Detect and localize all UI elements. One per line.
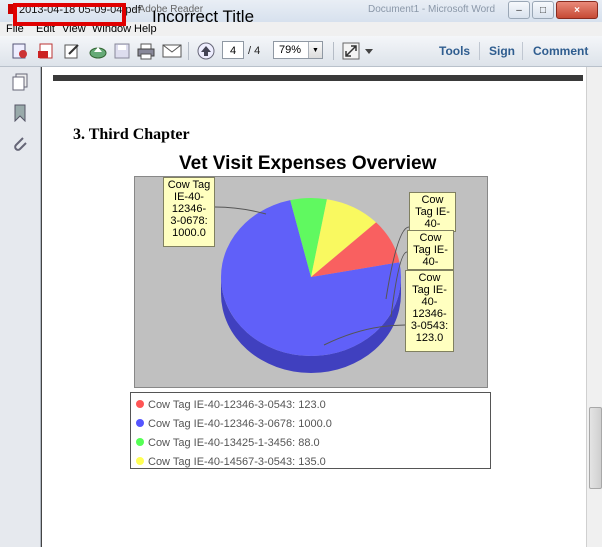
pie-label-0543: Cow Tag IE-40-12346-3-0543: 123.0: [405, 270, 454, 352]
annotation-text: Incorrect Title: [152, 7, 255, 26]
previous-page-icon[interactable]: [196, 41, 216, 61]
legend-label: Cow Tag IE-40-12346-3-0543: 123.0: [148, 399, 326, 411]
edit-icon[interactable]: [62, 41, 82, 61]
chevron-down-icon[interactable]: ▼: [308, 42, 322, 58]
legend-swatch-green: [136, 438, 144, 446]
scrollbar-thumb[interactable]: [589, 407, 602, 489]
legend-swatch-blue: [136, 419, 144, 427]
pie-label-middle: Cow Tag IE-40-: [407, 230, 454, 270]
create-pdf-icon[interactable]: [10, 41, 30, 61]
legend-item-0678: Cow Tag IE-40-12346-3-0678: 1000.0: [136, 418, 332, 430]
zoom-value: 79%: [279, 44, 302, 56]
minimize-button[interactable]: –: [508, 1, 530, 19]
page-number-input[interactable]: 4: [222, 41, 244, 59]
sign-button[interactable]: Sign: [489, 44, 515, 58]
zoom-select[interactable]: 79% ▼: [273, 41, 323, 59]
bookmarks-panel-icon[interactable]: [11, 104, 29, 123]
fit-page-icon[interactable]: [341, 41, 361, 61]
legend-label: Cow Tag IE-40-13425-1-3456: 88.0: [148, 437, 320, 449]
legend-swatch-red: [136, 400, 144, 408]
toolbar: 4 / 4 79% ▼ Tools Sign Comment: [0, 36, 602, 67]
page-total: / 4: [248, 45, 261, 57]
legend-swatch-yellow: [136, 457, 144, 465]
attachments-panel-icon[interactable]: [11, 135, 29, 153]
document-view: 3. Third Chapter Vet Visit Expenses Over…: [41, 67, 586, 547]
email-icon[interactable]: [162, 41, 182, 61]
legend-item-14567: Cow Tag IE-40-14567-3-0543: 135.0: [136, 456, 326, 468]
navigation-sidebar: [0, 67, 41, 547]
legend-label: Cow Tag IE-40-14567-3-0543: 135.0: [148, 456, 326, 468]
vertical-scrollbar[interactable]: [586, 67, 602, 547]
maximize-button[interactable]: □: [532, 1, 554, 19]
save-icon[interactable]: [112, 41, 132, 61]
tools-button[interactable]: Tools: [439, 44, 470, 58]
toolbar-options-icon[interactable]: [363, 41, 375, 61]
comment-button[interactable]: Comment: [533, 44, 588, 58]
cloud-upload-icon[interactable]: [88, 41, 108, 61]
print-icon[interactable]: [136, 41, 156, 61]
legend-item-0543: Cow Tag IE-40-12346-3-0543: 123.0: [136, 399, 326, 411]
close-button[interactable]: ×: [556, 1, 598, 19]
chart-legend: Cow Tag IE-40-12346-3-0543: 123.0 Cow Ta…: [130, 392, 491, 469]
pie-label-0678: Cow Tag IE-40-12346-3-0678: 1000.0: [163, 177, 215, 247]
pie-label-upper: Cow Tag IE-40-: [409, 192, 456, 232]
pages-panel-icon[interactable]: [11, 73, 29, 91]
legend-item-3456: Cow Tag IE-40-13425-1-3456: 88.0: [136, 437, 320, 449]
annotation-highlight-box: [13, 3, 126, 26]
legend-label: Cow Tag IE-40-12346-3-0678: 1000.0: [148, 418, 332, 430]
convert-pdf-icon[interactable]: [36, 41, 56, 61]
background-window-title: Document1 - Microsoft Word: [368, 4, 496, 15]
